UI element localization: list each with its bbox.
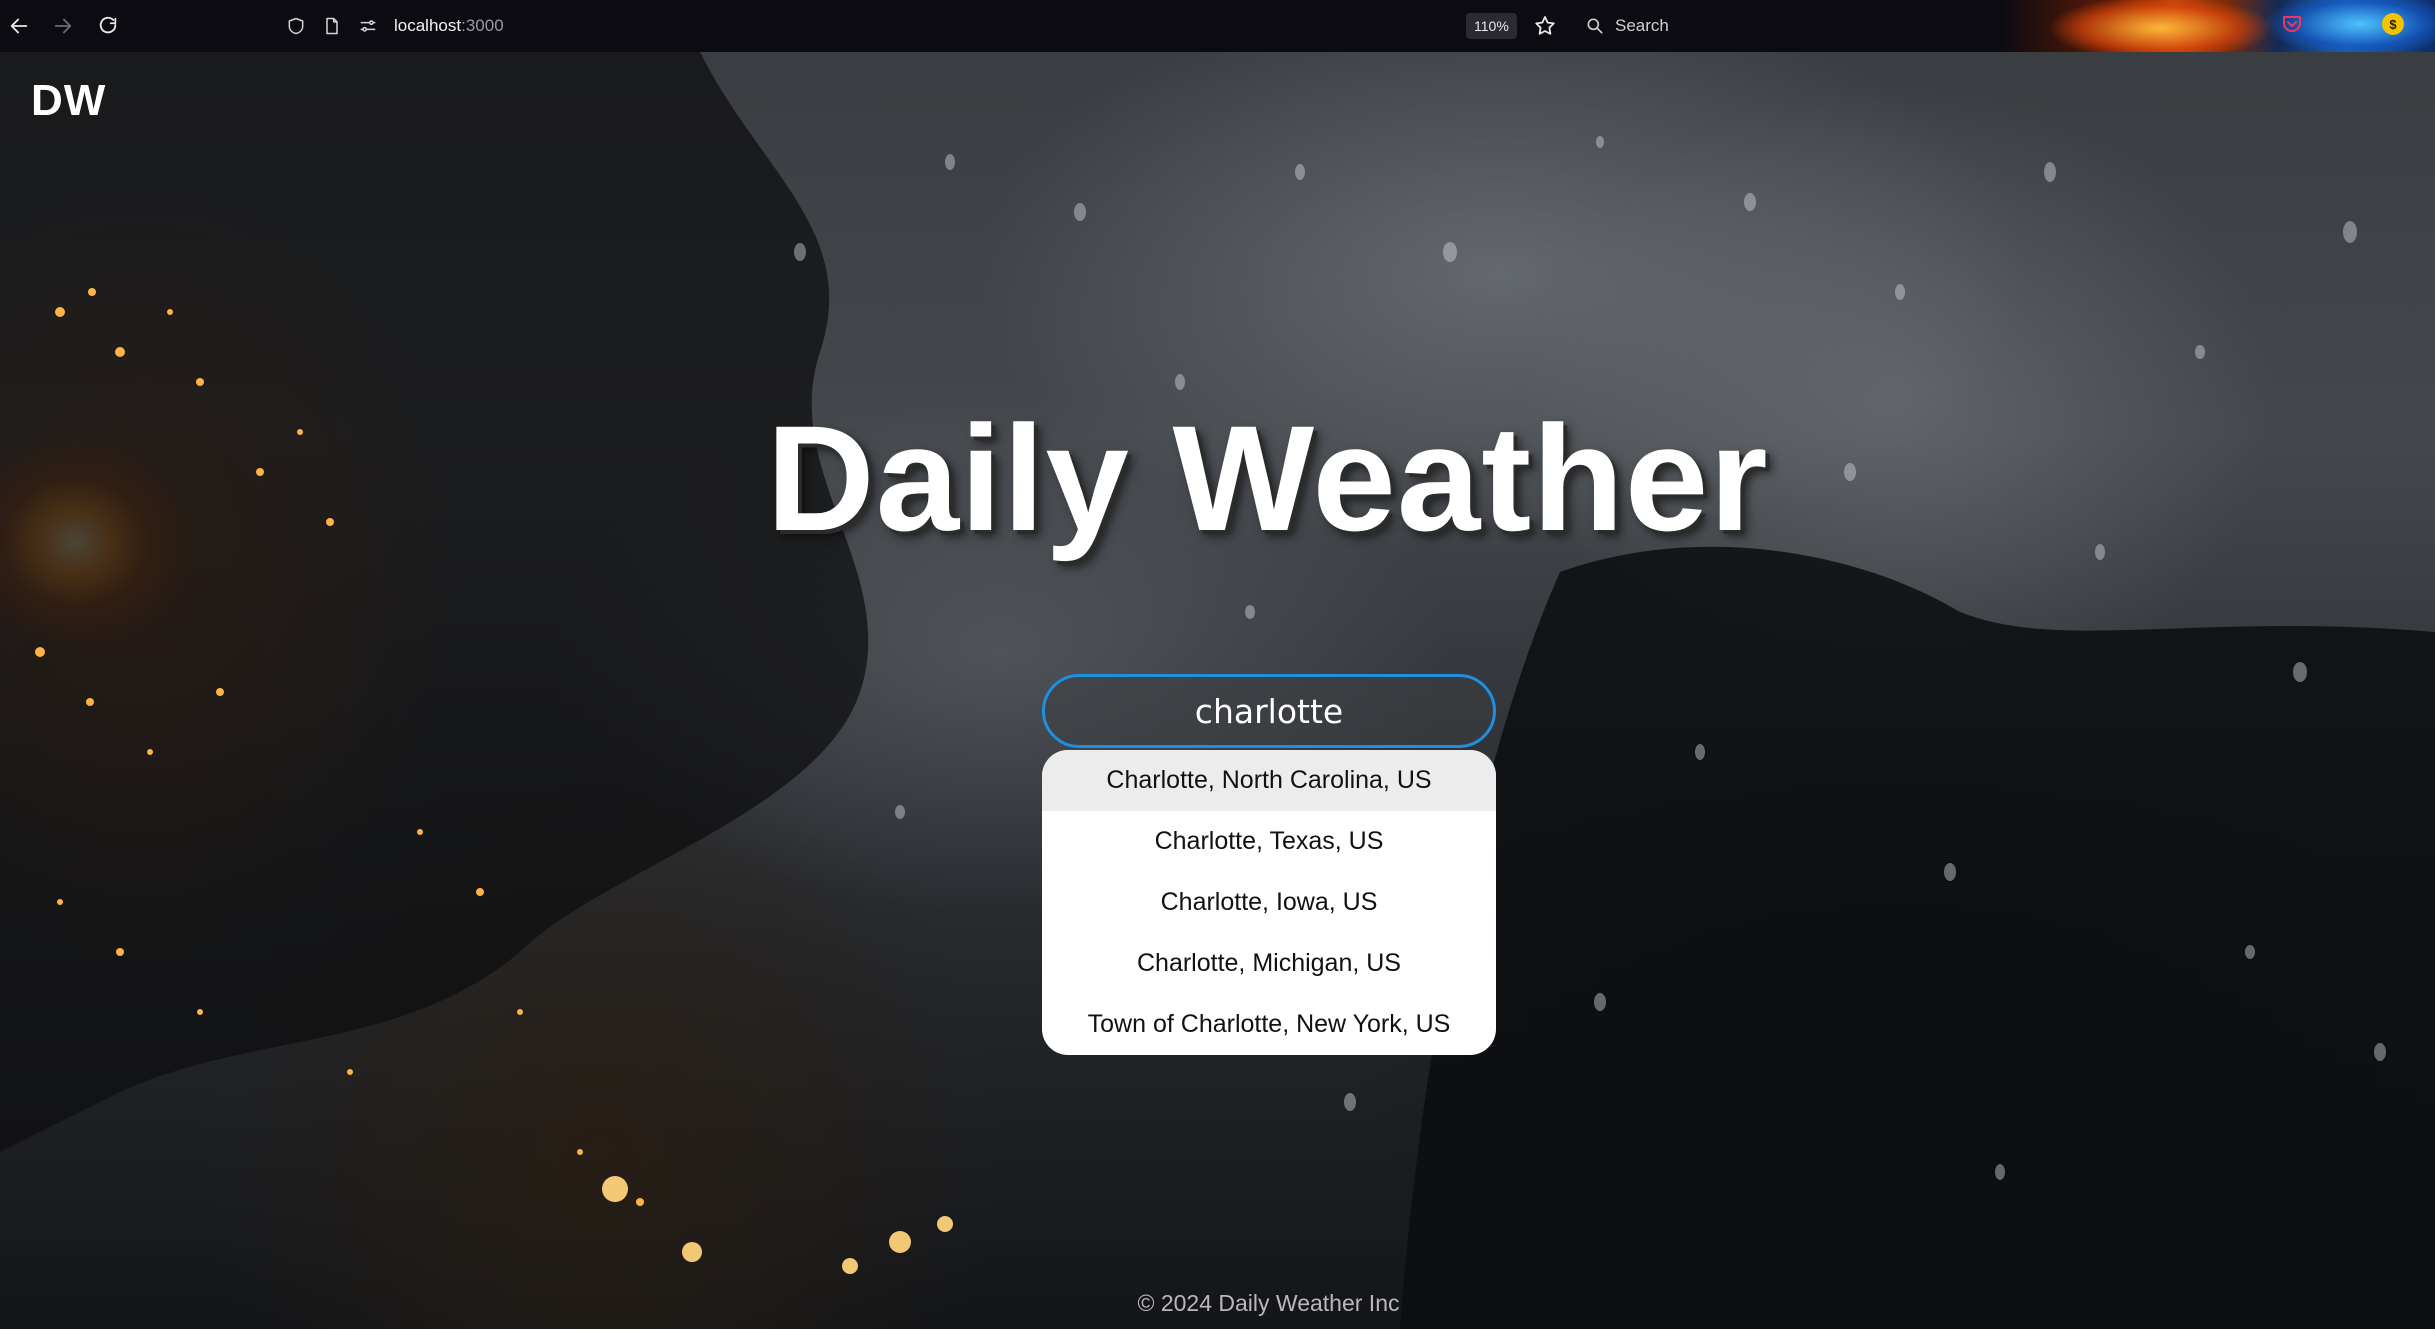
footer-copyright: © 2024 Daily Weather Inc [1137, 1290, 1400, 1316]
site-settings-icon[interactable] [358, 16, 378, 36]
suggestion-item[interactable]: Town of Charlotte, New York, US [1042, 994, 1496, 1055]
suggestion-item[interactable]: Charlotte, Texas, US [1042, 811, 1496, 872]
arrow-right-icon [54, 18, 72, 34]
reload-button[interactable] [95, 13, 121, 39]
city-search: Charlotte, North Carolina, USCharlotte, … [1042, 674, 1496, 1071]
forward-button[interactable] [50, 13, 76, 39]
bookmark-button[interactable] [1531, 12, 1559, 40]
url-host: localhost [394, 16, 462, 35]
suggestion-item[interactable]: Charlotte, North Carolina, US [1042, 750, 1496, 811]
suggestion-list: Charlotte, North Carolina, US Charlotte, … [1042, 750, 1496, 1055]
browser-toolbar: localhost:3000 110% Search $ [0, 0, 2435, 52]
reload-icon [99, 16, 117, 34]
search-label: Search [1615, 16, 1669, 35]
suggestion-item[interactable]: Charlotte, Iowa, US [1042, 872, 1496, 933]
page-icon [326, 17, 338, 35]
page-viewport: DW Daily Weather Charlotte, North Caroli… [0, 52, 2435, 1329]
extension-coin-icon[interactable]: $ [2382, 13, 2404, 35]
zoom-level-badge[interactable]: 110% [1466, 13, 1517, 39]
pocket-icon[interactable] [2280, 12, 2304, 36]
back-button[interactable] [6, 13, 32, 39]
page-title: Daily Weather [766, 394, 1769, 562]
city-search-input[interactable] [1042, 674, 1496, 748]
search-icon [1587, 18, 1603, 34]
extension-area: $ [2280, 12, 2404, 36]
browser-search-box[interactable]: Search [1585, 12, 1669, 40]
shield-icon [288, 17, 304, 35]
url-text[interactable]: localhost:3000 [394, 16, 504, 36]
address-bar[interactable]: localhost:3000 [286, 10, 504, 42]
site-logo[interactable]: DW [31, 76, 106, 126]
suggestion-item[interactable]: Charlotte, Michigan, US [1042, 933, 1496, 994]
star-icon [1535, 16, 1555, 35]
arrow-left-icon [10, 18, 28, 34]
url-port: :3000 [461, 16, 504, 35]
